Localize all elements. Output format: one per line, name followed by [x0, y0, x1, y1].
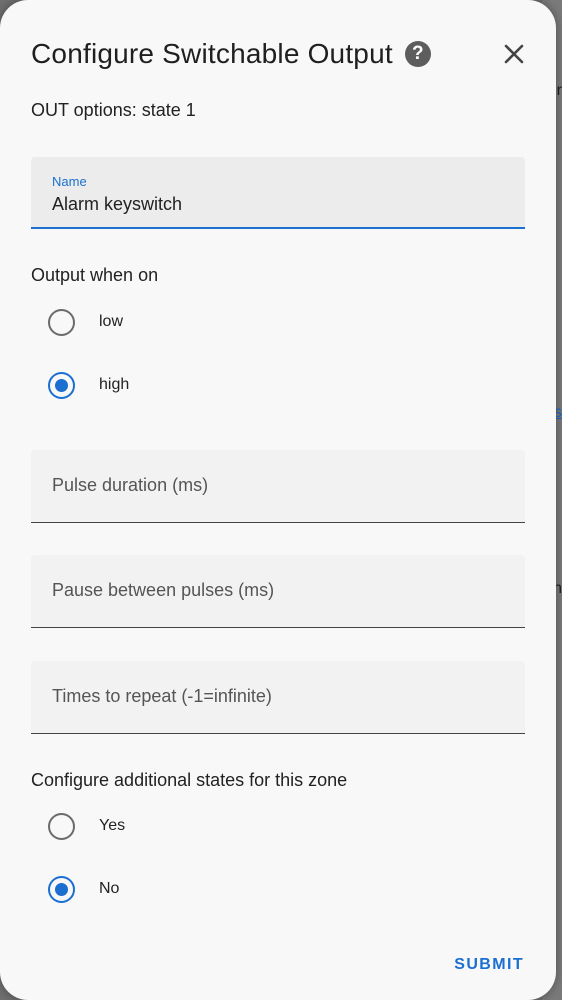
- name-field-value: Alarm keyswitch: [52, 194, 183, 214]
- pause-between-pulses-field[interactable]: Pause between pulses (ms): [31, 555, 525, 628]
- help-icon[interactable]: ?: [404, 41, 431, 67]
- name-field[interactable]: Name Alarm keyswitch: [31, 157, 525, 229]
- background-fragment: r: [556, 82, 562, 99]
- radio-button-high[interactable]: [48, 371, 75, 399]
- dialog-header: Configure Switchable Output ?: [31, 34, 532, 74]
- radio-label-no: No: [99, 880, 120, 897]
- radio-option-low[interactable]: low: [48, 307, 123, 337]
- submit-button[interactable]: SUBMIT: [454, 956, 524, 974]
- radio-button-yes[interactable]: [48, 812, 75, 840]
- output-when-on-label: Output when on: [31, 265, 159, 285]
- dialog-title: Configure Switchable Output: [31, 38, 393, 69]
- name-field-label: Name: [52, 174, 87, 189]
- radio-option-high[interactable]: high: [48, 370, 129, 400]
- configure-output-dialog: Configure Switchable Output ? OUT option…: [0, 0, 556, 1000]
- pause-between-pulses-placeholder: Pause between pulses (ms): [52, 580, 275, 600]
- radio-label-yes: Yes: [99, 817, 126, 834]
- radio-button-low[interactable]: [48, 308, 75, 336]
- radio-button-no[interactable]: [48, 875, 75, 903]
- dialog-subtitle: OUT options: state 1: [31, 100, 196, 120]
- additional-states-label: Configure additional states for this zon…: [31, 770, 348, 790]
- radio-label-high: high: [99, 376, 130, 393]
- times-to-repeat-field[interactable]: Times to repeat (-1=infinite): [31, 661, 525, 734]
- close-icon[interactable]: [496, 36, 532, 72]
- pulse-duration-field[interactable]: Pulse duration (ms): [31, 450, 525, 523]
- radio-label-low: low: [99, 313, 124, 330]
- times-to-repeat-placeholder: Times to repeat (-1=infinite): [52, 686, 272, 706]
- pulse-duration-placeholder: Pulse duration (ms): [52, 475, 209, 495]
- radio-option-no[interactable]: No: [48, 874, 119, 904]
- radio-option-yes[interactable]: Yes: [48, 811, 125, 841]
